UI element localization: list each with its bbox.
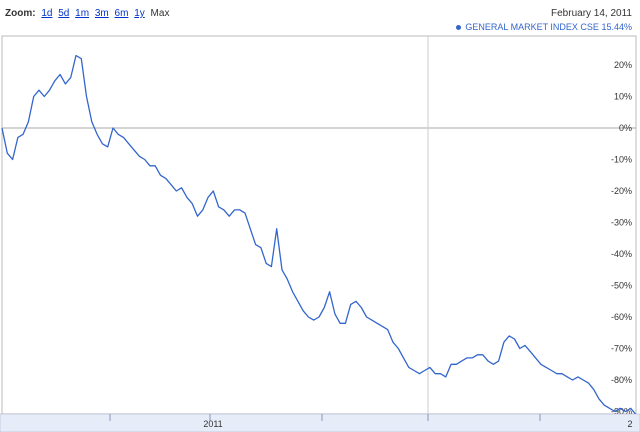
x-tick-label: 2011 bbox=[203, 419, 222, 429]
line-chart: 20% 10% 0% -10% -20% -30% -40% -50% -60% -70% -80%… bbox=[0, 35, 640, 432]
time-axis-band bbox=[0, 413, 640, 432]
y-tick-label: -40% bbox=[611, 249, 632, 259]
plot-frame bbox=[1, 35, 637, 415]
y-tick-label: 10% bbox=[614, 92, 632, 102]
y-tick-label: 0% bbox=[619, 123, 632, 133]
x-tick-label: 2 bbox=[627, 419, 632, 429]
y-tick-label: -50% bbox=[611, 281, 632, 291]
series-line-general-market-index bbox=[1, 54, 637, 416]
y-tick-label: -70% bbox=[611, 344, 632, 354]
y-tick-label: -80% bbox=[611, 375, 632, 385]
y-tick-label: -20% bbox=[611, 186, 632, 196]
y-tick-label: -10% bbox=[611, 155, 632, 165]
y-tick-label: -60% bbox=[611, 312, 632, 322]
y-tick-label: 20% bbox=[614, 60, 632, 70]
y-tick-label: -30% bbox=[611, 218, 632, 228]
